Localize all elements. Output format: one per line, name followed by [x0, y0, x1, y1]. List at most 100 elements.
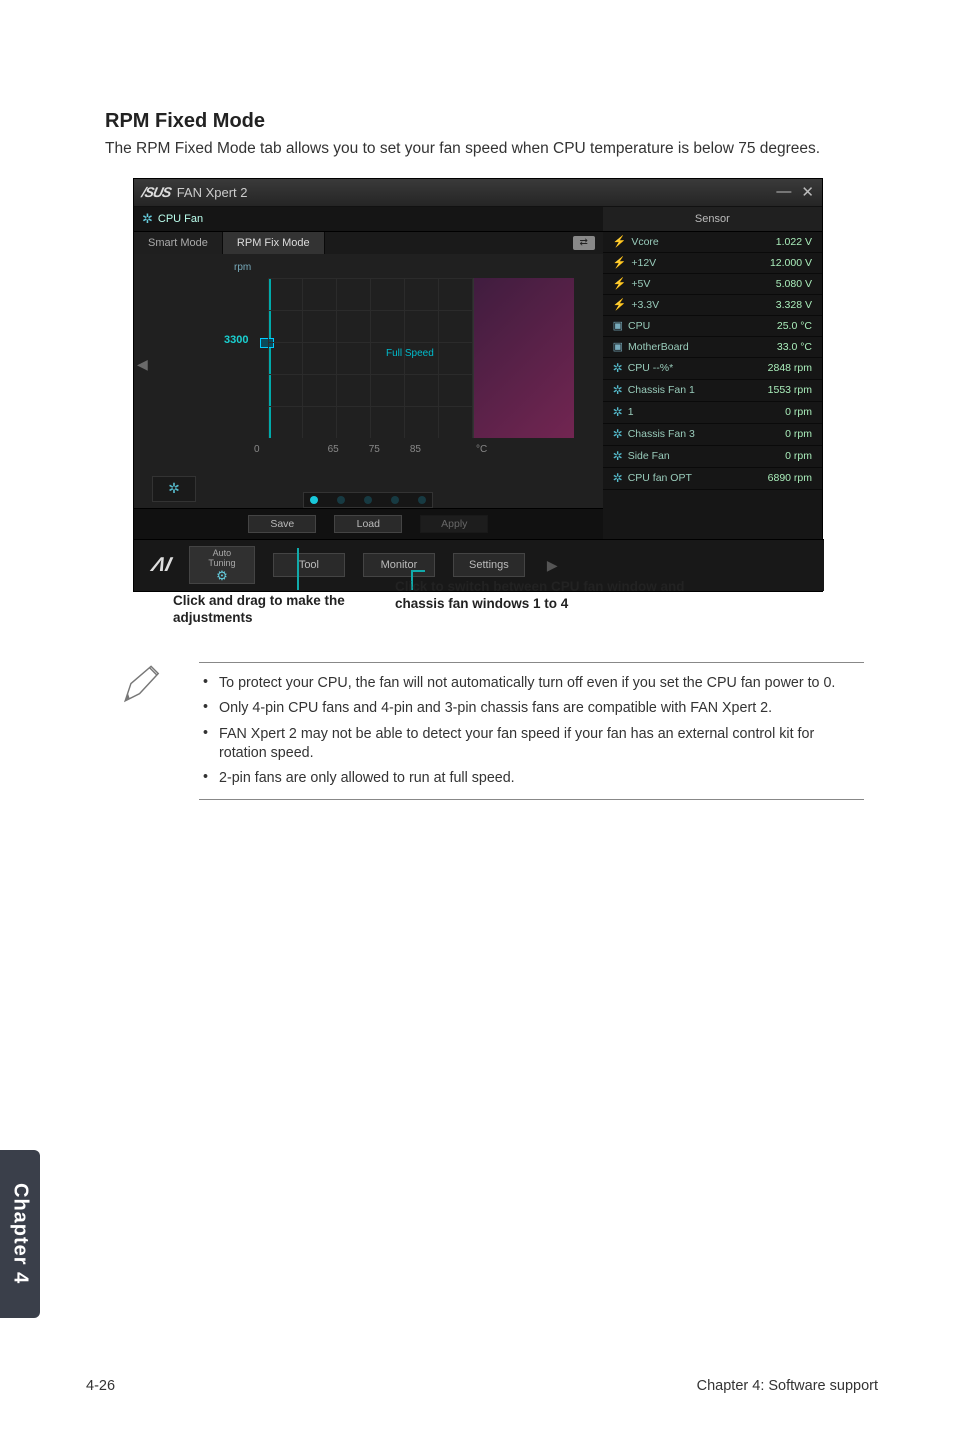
- sensor-row: ⚡+3.3V3.328 V: [603, 295, 822, 316]
- sensor-row: ▣ CPU 25.0 °C: [603, 316, 822, 337]
- cpu-fan-tab[interactable]: ✲ CPU Fan: [134, 207, 603, 232]
- pager-dot-4[interactable]: [391, 496, 399, 504]
- sensor-name: MotherBoard: [628, 341, 689, 353]
- note-list: To protect your CPU, the fan will not au…: [199, 662, 864, 800]
- rpm-graph-grid: [268, 278, 474, 438]
- fan-icon: ✲: [613, 361, 623, 375]
- gear-icon: ⚙: [190, 569, 254, 583]
- note-item: FAN Xpert 2 may not be able to detect yo…: [203, 722, 860, 767]
- sensor-row: ✲Chassis Fan 30 rpm: [603, 424, 822, 446]
- load-button[interactable]: Load: [334, 515, 402, 533]
- fan-icon: ✲: [142, 211, 153, 227]
- sensor-value: 3.328 V: [776, 299, 812, 311]
- sensor-value: 6890 rpm: [768, 472, 812, 484]
- section-heading: RPM Fixed Mode: [105, 110, 864, 133]
- sensor-row: ⚡Vcore1.022 V: [603, 232, 822, 253]
- pager-dot-2[interactable]: [337, 496, 345, 504]
- current-rpm-value: 3300: [224, 334, 248, 346]
- sensor-row: ✲ CPU fan OPT 6890 rpm: [603, 468, 822, 490]
- rpm-graph-area: rpm ◀ 3300 Full Speed 0 65 75: [134, 254, 603, 484]
- tool-button[interactable]: Tool: [273, 553, 345, 577]
- minimize-icon[interactable]: —: [776, 183, 791, 201]
- asus-logo: /SUS: [140, 184, 172, 200]
- fan-icon: ✲: [613, 405, 623, 419]
- monitor-button[interactable]: Monitor: [363, 553, 435, 577]
- fanxpert-window: /SUS FAN Xpert 2 — ✕ ✲ CPU Fan Smart Mod…: [133, 178, 823, 592]
- sensor-name: Chassis Fan 1: [628, 384, 695, 396]
- callout-line: [411, 570, 425, 572]
- bolt-icon: ⚡: [613, 256, 627, 269]
- x-axis-unit: °C: [476, 444, 487, 455]
- note-item: 2-pin fans are only allowed to run at fu…: [203, 766, 860, 791]
- apply-button[interactable]: Apply: [420, 515, 488, 533]
- sensor-value: 0 rpm: [785, 450, 812, 462]
- sensor-name: +12V: [631, 257, 656, 269]
- sensor-row: ▣ MotherBoard 33.0 °C: [603, 337, 822, 358]
- chapter-side-tab: Chapter 4: [0, 1150, 40, 1318]
- note-item: Only 4-pin CPU fans and 4-pin and 3-pin …: [203, 696, 860, 721]
- sensor-name: +3.3V: [631, 299, 659, 311]
- page-number: 4-26: [86, 1378, 115, 1394]
- bolt-icon: ⚡: [613, 235, 627, 248]
- chip-icon: ▣: [613, 319, 623, 332]
- sensor-row: ✲Side Fan0 rpm: [603, 446, 822, 468]
- detach-window-icon[interactable]: [573, 236, 595, 250]
- save-button[interactable]: Save: [248, 515, 316, 533]
- chevron-right-icon[interactable]: ▶: [547, 557, 558, 574]
- sensor-value: 1553 rpm: [768, 384, 812, 396]
- sensor-panel-header: Sensor: [603, 207, 822, 232]
- sensor-value: 33.0 °C: [777, 341, 812, 353]
- fan-thumbnail[interactable]: ✲: [152, 476, 196, 502]
- sensor-row: ✲CPU --%*2848 rpm: [603, 358, 822, 380]
- note-item: To protect your CPU, the fan will not au…: [203, 671, 860, 696]
- tab-rpm-fix-mode[interactable]: RPM Fix Mode: [223, 232, 325, 254]
- sensor-row: ✲ Chassis Fan 1 1553 rpm: [603, 380, 822, 402]
- x-axis-ticks: 0 65 75 85: [254, 444, 421, 455]
- auto-tuning-label1: Auto: [213, 548, 232, 558]
- pager-dot-3[interactable]: [364, 496, 372, 504]
- sensor-name: Side Fan: [628, 450, 670, 462]
- sensor-name: +5V: [631, 278, 650, 290]
- fan-icon: ✲: [613, 427, 623, 441]
- pager-dot-1[interactable]: [310, 496, 318, 504]
- sensor-value: 0 rpm: [785, 406, 812, 418]
- auto-tuning-label2: Tuning: [208, 558, 235, 568]
- sensor-row: ✲10 rpm: [603, 402, 822, 424]
- sensor-panel: Sensor ⚡Vcore1.022 V⚡+12V12.000 V⚡+5V5.0…: [603, 207, 822, 539]
- rpm-axis-label: rpm: [234, 262, 591, 273]
- callout-drag-text: Click and drag to make the adjustments: [173, 592, 383, 627]
- fan-icon: ✲: [613, 383, 623, 397]
- x-tick: 85: [410, 444, 421, 455]
- close-icon[interactable]: ✕: [801, 183, 814, 201]
- sensor-row: ⚡ +5V 5.080 V: [603, 274, 822, 295]
- chip-icon: ▣: [613, 340, 623, 353]
- window-titlebar: /SUS FAN Xpert 2 — ✕: [134, 179, 822, 207]
- cpu-fan-label: CPU Fan: [158, 213, 203, 225]
- sensor-name: CPU fan OPT: [628, 472, 692, 484]
- sensor-name: CPU: [628, 320, 650, 332]
- chevron-left-icon[interactable]: ◀: [137, 356, 148, 373]
- pager-dot-5[interactable]: [418, 496, 426, 504]
- fan-icon: ✲: [613, 471, 623, 485]
- bolt-icon: ⚡: [613, 277, 627, 290]
- fan-pager: [303, 492, 433, 508]
- x-tick: 75: [369, 444, 380, 455]
- full-speed-label: Full Speed: [386, 348, 434, 359]
- x-tick: 65: [328, 444, 339, 455]
- sensor-value: 25.0 °C: [777, 320, 812, 332]
- sensor-value: 5.080 V: [776, 278, 812, 290]
- chapter-tab-label: Chapter 4: [9, 1183, 32, 1284]
- settings-button[interactable]: Settings: [453, 553, 525, 577]
- footer-chapter-title: Chapter 4: Software support: [697, 1378, 878, 1394]
- tab-smart-mode[interactable]: Smart Mode: [134, 232, 223, 254]
- sensor-name: Chassis Fan 3: [628, 428, 695, 440]
- sensor-row: ⚡+12V12.000 V: [603, 253, 822, 274]
- note-pencil-icon: [115, 662, 167, 800]
- ai-suite-logo: ΛI: [149, 554, 174, 577]
- callout-switch-text: Click to switch between CPU fan window a…: [395, 578, 735, 613]
- auto-tuning-button[interactable]: Auto Tuning ⚙: [189, 546, 255, 584]
- section-intro: The RPM Fixed Mode tab allows you to set…: [105, 139, 864, 160]
- callout-line: [297, 548, 299, 590]
- sensor-value: 2848 rpm: [768, 362, 812, 374]
- sensor-value: 1.022 V: [776, 236, 812, 248]
